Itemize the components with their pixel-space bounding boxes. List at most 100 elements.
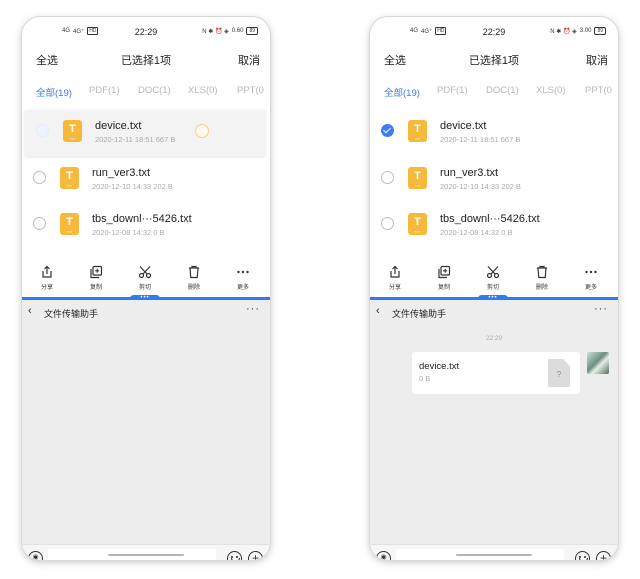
chat-input-bar: ◉ +: [370, 544, 618, 560]
network-speed: 3.00: [579, 28, 592, 34]
cut-button[interactable]: 剪切: [125, 265, 165, 291]
file-row[interactable]: T TXT tbs_downl···5426.txt 2020-12-08 14:…: [22, 203, 270, 249]
chat-panel: ‹ 文件传输助手 ··· ◉ +: [22, 300, 270, 560]
file-row[interactable]: T TXT device.txt 2020-12-11 18:51 667 B: [25, 110, 265, 156]
page-title: 已选择1项: [120, 55, 172, 67]
chat-title: 文件传输助手: [44, 309, 99, 319]
file-name: run_ver3.txt: [440, 167, 499, 179]
back-icon[interactable]: ‹: [28, 305, 32, 317]
file-row[interactable]: T TXT device.txt 2020-12-11 18:51 667 B: [370, 110, 618, 156]
share-icon: [390, 265, 400, 278]
file-name: tbs_downl···5426.txt: [92, 213, 192, 225]
voice-icon[interactable]: ◉: [376, 551, 391, 560]
chat-header: ‹ 文件传输助手 ···: [370, 300, 618, 324]
more-icon: [237, 270, 249, 274]
copy-button[interactable]: 复制: [424, 265, 464, 291]
file-name: run_ver3.txt: [92, 167, 151, 179]
cancel-button[interactable]: 取消: [586, 52, 608, 68]
chat-title: 文件传输助手: [392, 309, 447, 319]
tab-xls[interactable]: XLS(0): [536, 85, 566, 96]
delete-button[interactable]: 删除: [174, 265, 214, 291]
file-type-tabs: 全部(19) PDF(1) DOC(1) XLS(0) PPT(0: [22, 85, 270, 101]
tab-ppt[interactable]: PPT(0: [585, 85, 612, 96]
action-toolbar: 分享 复制 剪切 删除 更多: [22, 265, 270, 295]
chat-more-button[interactable]: ···: [594, 303, 608, 315]
file-checkbox[interactable]: [381, 217, 394, 230]
selection-header: 全选 已选择1项 取消: [22, 49, 270, 69]
trash-icon: [189, 265, 199, 279]
share-icon: [42, 265, 52, 278]
file-checkbox[interactable]: [381, 171, 394, 184]
file-meta: 2020-12-11 18:51 667 B: [95, 135, 176, 144]
file-name: tbs_downl···5426.txt: [440, 213, 540, 225]
plus-icon[interactable]: +: [248, 551, 263, 560]
file-type-tabs: 全部(19) PDF(1) DOC(1) XLS(0) PPT(0: [370, 85, 618, 101]
home-indicator: [456, 554, 532, 556]
file-checkbox-checked[interactable]: [381, 124, 394, 137]
file-checkbox[interactable]: [36, 124, 49, 137]
copy-icon: [438, 265, 451, 279]
cancel-button[interactable]: 取消: [238, 52, 260, 68]
more-button[interactable]: 更多: [223, 265, 263, 291]
file-meta: 2020-12-10 14:33 202 B: [440, 182, 521, 191]
tab-all[interactable]: 全部(19): [384, 85, 420, 99]
drag-indicator: [195, 124, 209, 138]
copy-button[interactable]: 复制: [76, 265, 116, 291]
file-meta: 2020-12-08 14:32 0 B: [92, 228, 165, 237]
file-name: device.txt: [95, 120, 142, 132]
chat-more-button[interactable]: ···: [246, 303, 260, 315]
file-row[interactable]: T TXT tbs_downl···5426.txt 2020-12-08 14:…: [370, 203, 618, 249]
phone-screen-right: 4G 4G⁺ HD 22:29 N ✱ ⏰ ◈ 3.00 89 全选 已选择1项…: [370, 17, 618, 560]
scissors-icon: [486, 266, 500, 279]
voice-icon[interactable]: ◉: [28, 551, 43, 560]
file-checkbox[interactable]: [33, 217, 46, 230]
chat-input-bar: ◉ +: [22, 544, 270, 560]
selection-header: 全选 已选择1项 取消: [370, 49, 618, 69]
avatar[interactable]: [587, 352, 609, 374]
home-indicator: [108, 554, 184, 556]
more-button[interactable]: 更多: [571, 265, 611, 291]
battery-icon: 89: [594, 27, 606, 35]
txt-file-icon: T TXT: [63, 120, 82, 142]
file-meta: 2020-12-11 18:51 667 B: [440, 135, 521, 144]
file-row[interactable]: T TXT run_ver3.txt 2020-12-10 14:33 202 B: [22, 157, 270, 203]
file-meta: 2020-12-10 14:33 202 B: [92, 182, 173, 191]
action-toolbar: 分享 复制 剪切 删除 更多: [370, 265, 618, 295]
message-file-size: 0 B: [419, 374, 431, 383]
emoji-icon[interactable]: [227, 551, 242, 560]
tab-doc[interactable]: DOC(1): [138, 85, 171, 96]
plus-icon[interactable]: +: [596, 551, 611, 560]
tab-ppt[interactable]: PPT(0: [237, 85, 264, 96]
unknown-file-icon: ?: [548, 359, 570, 387]
emoji-icon[interactable]: [575, 551, 590, 560]
share-button[interactable]: 分享: [375, 265, 415, 291]
tab-all[interactable]: 全部(19): [36, 85, 72, 99]
delete-button[interactable]: 删除: [522, 265, 562, 291]
more-icon: [585, 270, 597, 274]
file-checkbox[interactable]: [33, 171, 46, 184]
file-message-bubble[interactable]: device.txt 0 B ?: [412, 352, 580, 394]
page-title: 已选择1项: [468, 55, 520, 67]
trash-icon: [537, 265, 547, 279]
tab-pdf[interactable]: PDF(1): [437, 85, 468, 96]
txt-file-icon: T TXT: [60, 167, 79, 189]
status-bar: 4G 4G⁺ HD 22:29 N ✱ ⏰ ◈ 3.00 89: [370, 17, 618, 47]
txt-file-icon: T TXT: [408, 120, 427, 142]
status-icons: N ✱ ⏰ ◈: [550, 28, 577, 35]
scissors-icon: [138, 266, 152, 279]
back-icon[interactable]: ‹: [376, 305, 380, 317]
share-button[interactable]: 分享: [27, 265, 67, 291]
battery-icon: 89: [246, 27, 258, 35]
chat-header: ‹ 文件传输助手 ···: [22, 300, 270, 324]
tab-xls[interactable]: XLS(0): [188, 85, 218, 96]
txt-file-icon: T TXT: [408, 167, 427, 189]
chat-panel: ‹ 文件传输助手 ··· 22:29 device.txt 0 B ? ◉ +: [370, 300, 618, 560]
tab-pdf[interactable]: PDF(1): [89, 85, 120, 96]
tab-doc[interactable]: DOC(1): [486, 85, 519, 96]
file-row[interactable]: T TXT run_ver3.txt 2020-12-10 14:33 202 B: [370, 157, 618, 203]
cut-button[interactable]: 剪切: [473, 265, 513, 291]
txt-file-icon: T TXT: [408, 213, 427, 235]
phone-screen-left: 4G 4G⁺ HD 22:29 N ✱ ⏰ ◈ 0.60 89 全选 已选择1项…: [22, 17, 270, 560]
message-file-name: device.txt: [419, 361, 460, 372]
file-meta: 2020-12-08 14:32 0 B: [440, 228, 513, 237]
